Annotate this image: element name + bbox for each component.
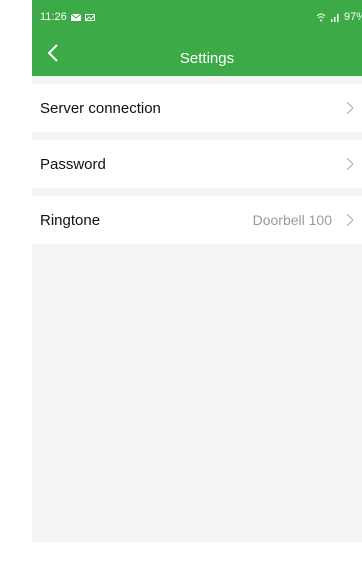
settings-item-label: Ringtone xyxy=(40,211,101,229)
page-title: Settings xyxy=(179,50,235,67)
settings-item-password[interactable]: Password xyxy=(32,140,362,188)
status-left: 11:26 xyxy=(40,11,95,23)
status-time: 11:26 xyxy=(40,11,67,23)
mail-icon xyxy=(70,13,81,21)
settings-item-ringtone[interactable]: Ringtone Doorbell 100 xyxy=(32,196,362,244)
settings-item-label: Server connection xyxy=(40,99,161,117)
status-right: 97% xyxy=(316,11,362,23)
chevron-right-icon xyxy=(346,157,354,171)
wifi-icon xyxy=(316,13,326,21)
app-header: 11:26 97 Settings xyxy=(32,0,362,76)
phone-screen: 11:26 97 Settings Server connection Pass… xyxy=(32,0,362,542)
status-bar: 11:26 97 xyxy=(32,0,362,32)
toolbar: Settings xyxy=(32,32,362,76)
battery-level: 97% xyxy=(343,11,362,23)
ringtone-value: Doorbell 100 xyxy=(252,212,332,228)
gallery-icon xyxy=(84,13,95,21)
chevron-right-icon xyxy=(346,213,354,227)
chevron-right-icon xyxy=(346,101,354,115)
settings-item-server-connection[interactable]: Server connection xyxy=(32,84,362,132)
settings-list: Server connection Password Ringtone Door… xyxy=(32,84,362,244)
signal-icon xyxy=(330,13,339,22)
settings-item-label: Password xyxy=(40,155,106,173)
